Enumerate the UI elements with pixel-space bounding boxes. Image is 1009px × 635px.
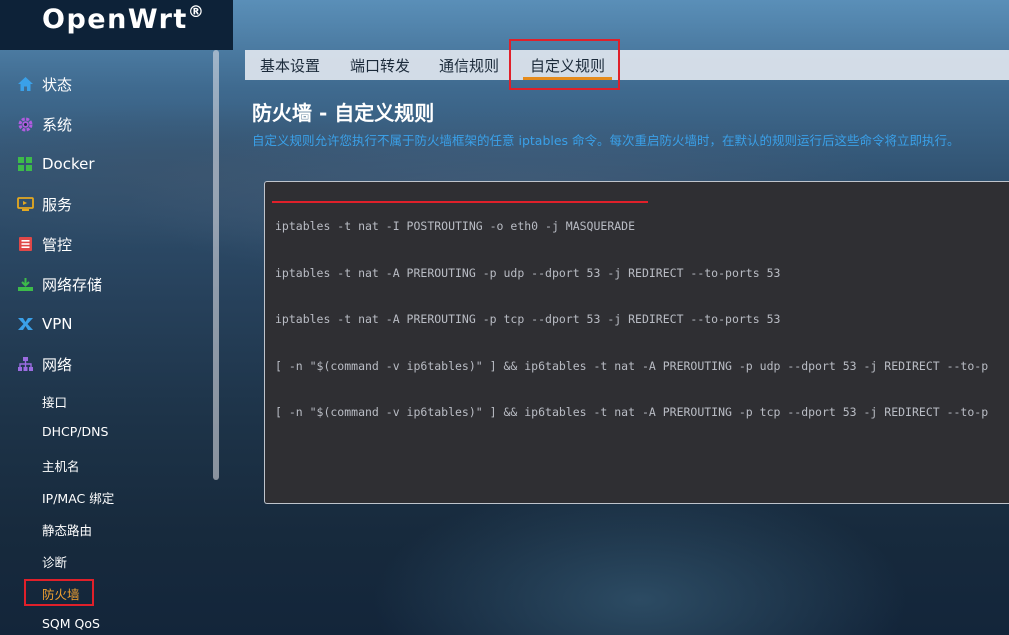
code-line-highlight-underline bbox=[272, 201, 648, 203]
sidebar-item-label: 网络存储 bbox=[42, 275, 103, 294]
vpn-icon bbox=[16, 315, 34, 333]
code-content: iptables -t nat -I POSTROUTING -o eth0 -… bbox=[275, 188, 1009, 452]
sidebar-item-nas[interactable]: 网络存储 bbox=[0, 266, 212, 302]
brand-reg-mark: ® bbox=[187, 2, 206, 21]
code-line: [ -n "$(command -v ip6tables)" ] && ip6t… bbox=[275, 358, 989, 373]
sidebar-subitem-ip-mac-binding[interactable]: IP/MAC 绑定 bbox=[42, 488, 114, 507]
sidebar-subitem-static-routes[interactable]: 静态路由 bbox=[42, 520, 92, 539]
sidebar-item-services[interactable]: 服务 bbox=[0, 186, 212, 222]
sidebar-item-network[interactable]: 网络 bbox=[0, 346, 212, 382]
sidebar-item-vpn[interactable]: VPN bbox=[0, 306, 212, 342]
brand-name: OpenWrt bbox=[42, 4, 188, 35]
services-icon bbox=[16, 195, 34, 213]
tab-bar: 基本设置 端口转发 通信规则 自定义规则 bbox=[245, 50, 1009, 80]
docker-icon bbox=[16, 155, 34, 173]
sidebar-item-label: VPN bbox=[42, 315, 73, 333]
sidebar-subitem-sqm-qos[interactable]: SQM QoS bbox=[42, 616, 100, 631]
sidebar-item-control[interactable]: 管控 bbox=[0, 226, 212, 262]
sidebar-item-label: Docker bbox=[42, 155, 95, 173]
storage-icon bbox=[16, 275, 34, 293]
sidebar-item-docker[interactable]: Docker bbox=[0, 146, 212, 182]
network-icon bbox=[16, 355, 34, 373]
sidebar-scrollbar[interactable] bbox=[213, 50, 219, 480]
sidebar-item-label: 网络 bbox=[42, 355, 73, 374]
custom-rules-textarea[interactable]: iptables -t nat -I POSTROUTING -o eth0 -… bbox=[264, 181, 1009, 504]
tab-label: 自定义规则 bbox=[530, 56, 606, 75]
tab-traffic-rules[interactable]: 通信规则 bbox=[424, 50, 513, 80]
page-title: 防火墙 - 自定义规则 bbox=[252, 101, 435, 125]
sidebar-item-system[interactable]: 系统 bbox=[0, 106, 212, 142]
home-icon bbox=[16, 75, 34, 93]
tab-label: 通信规则 bbox=[439, 56, 500, 75]
sidebar-item-label: 管控 bbox=[42, 235, 73, 254]
code-line: iptables -t nat -I POSTROUTING -o eth0 -… bbox=[275, 219, 636, 233]
page-description: 自定义规则允许您执行不属于防火墙框架的任意 iptables 命令。每次重启防火… bbox=[252, 133, 960, 148]
sidebar-subitem-diagnostics[interactable]: 诊断 bbox=[42, 552, 67, 571]
brand-logo[interactable]: OpenWrt® bbox=[42, 2, 206, 35]
code-line: iptables -t nat -A PREROUTING -p udp --d… bbox=[275, 265, 781, 280]
gear-icon bbox=[16, 115, 34, 133]
control-icon bbox=[16, 235, 34, 253]
sidebar-subitem-interfaces[interactable]: 接口 bbox=[42, 392, 67, 411]
sidebar-subitem-dhcp-dns[interactable]: DHCP/DNS bbox=[42, 424, 108, 439]
tab-label: 端口转发 bbox=[350, 56, 411, 75]
sidebar-subitem-firewall[interactable]: 防火墙 bbox=[42, 584, 80, 603]
sidebar-item-label: 系统 bbox=[42, 115, 73, 134]
code-line: [ -n "$(command -v ip6tables)" ] && ip6t… bbox=[275, 405, 989, 419]
tab-custom-rules[interactable]: 自定义规则 bbox=[513, 50, 622, 80]
sidebar-item-status[interactable]: 状态 bbox=[0, 66, 212, 102]
sidebar-item-label: 服务 bbox=[42, 195, 73, 214]
tab-port-forwards[interactable]: 端口转发 bbox=[334, 50, 424, 80]
sidebar-subitem-hostnames[interactable]: 主机名 bbox=[42, 456, 80, 475]
code-line: iptables -t nat -A PREROUTING -p tcp --d… bbox=[275, 312, 781, 326]
sidebar-item-label: 状态 bbox=[42, 75, 73, 94]
tab-label: 基本设置 bbox=[260, 56, 321, 75]
tab-basic-settings[interactable]: 基本设置 bbox=[245, 50, 334, 80]
